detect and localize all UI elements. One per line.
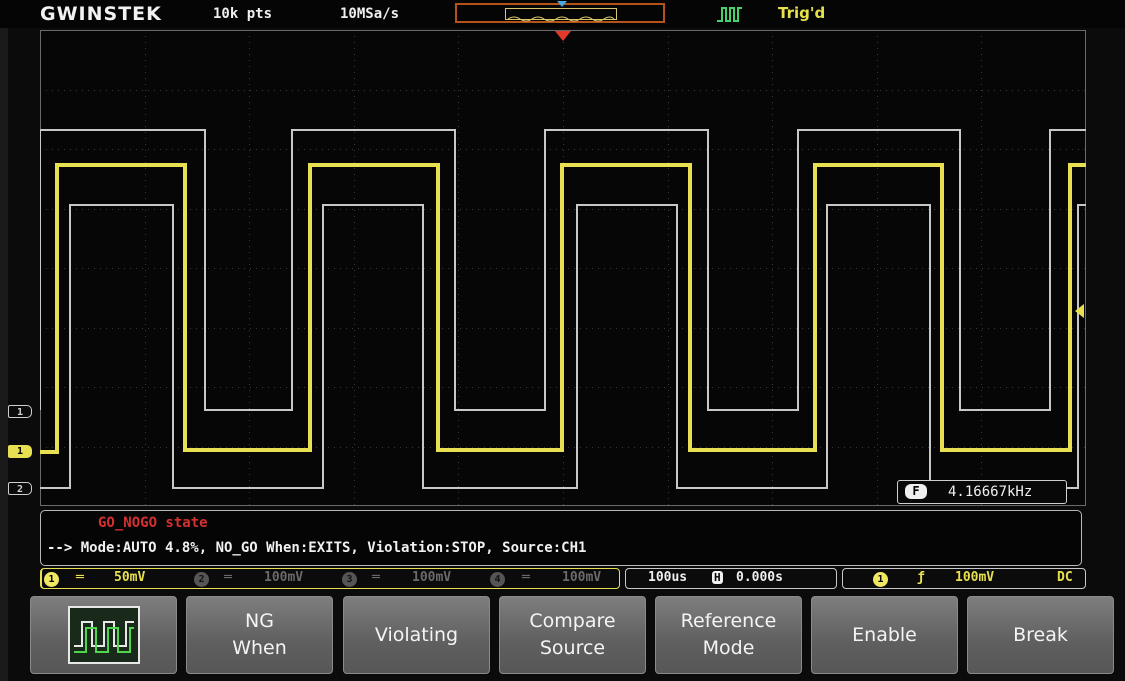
message-detail: --> Mode:AUTO 4.8%, NO_GO When:EXITS, Vi… bbox=[47, 540, 587, 556]
trigger-coupling: DC bbox=[1057, 570, 1073, 585]
oscilloscope-screen: GWINSTEK 10k pts 10MSa/s Trig'd 1 1 2 F … bbox=[0, 0, 1125, 681]
top-status-bar: GWINSTEK 10k pts 10MSa/s Trig'd bbox=[0, 0, 1125, 28]
ch3-coupling-icon: ═ bbox=[372, 570, 380, 585]
frequency-readout: F 4.16667kHz bbox=[897, 480, 1067, 504]
ref2-marker[interactable]: 2 bbox=[8, 482, 32, 495]
trigger-level-marker bbox=[1075, 304, 1084, 318]
trigger-level: 100mV bbox=[955, 570, 995, 585]
memory-position-bar[interactable] bbox=[455, 1, 665, 23]
vertical-settings[interactable]: 1 ═ 50mV 2 ═ 100mV 3 ═ 100mV 4 ═ 100mV bbox=[40, 568, 620, 589]
channel-status-bar: 1 ═ 50mV 2 ═ 100mV 3 ═ 100mV 4 ═ 100mV 1… bbox=[40, 568, 1086, 590]
ch4-scale: 100mV bbox=[562, 570, 602, 585]
trigger-edge-icon bbox=[717, 7, 742, 22]
ch1-coupling-icon: ═ bbox=[76, 570, 84, 585]
horizontal-position: 0.000s bbox=[736, 570, 783, 585]
softkey-go-nogo-template[interactable] bbox=[30, 596, 177, 674]
waveform-display[interactable] bbox=[40, 30, 1086, 506]
horizontal-settings[interactable]: 100us H 0.000s bbox=[625, 568, 837, 589]
ch2-indicator: 2 bbox=[194, 572, 209, 587]
softkey-reference-mode[interactable]: Reference Mode bbox=[655, 596, 802, 674]
ch4-indicator: 4 bbox=[490, 572, 505, 587]
timebase-scale: 100us bbox=[648, 570, 688, 585]
ch3-scale: 100mV bbox=[412, 570, 452, 585]
softkey-label: NG When bbox=[232, 610, 287, 659]
softkey-label: Compare Source bbox=[529, 610, 616, 659]
brand-logo: GWINSTEK bbox=[40, 3, 162, 25]
softkey-violating[interactable]: Violating bbox=[343, 596, 490, 674]
memory-view-window bbox=[505, 8, 617, 22]
softkey-break[interactable]: Break bbox=[967, 596, 1114, 674]
go-nogo-template-icon bbox=[67, 606, 140, 664]
message-title: GO_NOGO state bbox=[98, 515, 208, 531]
softkey-label: Break bbox=[1013, 623, 1068, 646]
ch2-coupling-icon: ═ bbox=[224, 570, 232, 585]
softkey-label: Violating bbox=[374, 623, 459, 646]
trigger-status: Trig'd bbox=[778, 4, 826, 22]
ch1-marker[interactable]: 1 bbox=[8, 445, 32, 458]
softkey-label: Enable bbox=[852, 623, 917, 646]
frequency-value: 4.16667kHz bbox=[948, 484, 1033, 500]
ref1-marker[interactable]: 1 bbox=[8, 405, 32, 418]
trigger-source-indicator: 1 bbox=[873, 572, 888, 587]
softkey-enable[interactable]: Enable bbox=[811, 596, 958, 674]
trigger-position-marker bbox=[555, 31, 571, 41]
ch3-indicator: 3 bbox=[342, 572, 357, 587]
ch4-coupling-icon: ═ bbox=[522, 570, 530, 585]
sample-rate: 10MSa/s bbox=[340, 6, 400, 22]
softkey-bar: NG When Violating Compare Source Referen… bbox=[30, 596, 1116, 674]
frequency-icon: F bbox=[905, 484, 927, 499]
horizontal-position-icon: H bbox=[712, 571, 723, 584]
graticule bbox=[40, 30, 1086, 506]
softkey-ng-when[interactable]: NG When bbox=[186, 596, 333, 674]
go-nogo-message-panel: GO_NOGO state --> Mode:AUTO 4.8%, NO_GO … bbox=[40, 510, 1082, 566]
memory-trigger-marker bbox=[557, 1, 567, 7]
trigger-settings[interactable]: 1 ƒ 100mV DC bbox=[842, 568, 1086, 589]
ch1-scale: 50mV bbox=[114, 570, 146, 585]
softkey-compare-source[interactable]: Compare Source bbox=[499, 596, 646, 674]
softkey-label: Reference Mode bbox=[680, 610, 777, 659]
ch2-scale: 100mV bbox=[264, 570, 304, 585]
memory-waveform-icon bbox=[507, 16, 615, 22]
ch1-indicator: 1 bbox=[44, 572, 59, 587]
bezel-edge bbox=[0, 0, 8, 681]
record-length: 10k pts bbox=[213, 6, 273, 22]
trigger-slope-icon: ƒ bbox=[917, 570, 925, 585]
